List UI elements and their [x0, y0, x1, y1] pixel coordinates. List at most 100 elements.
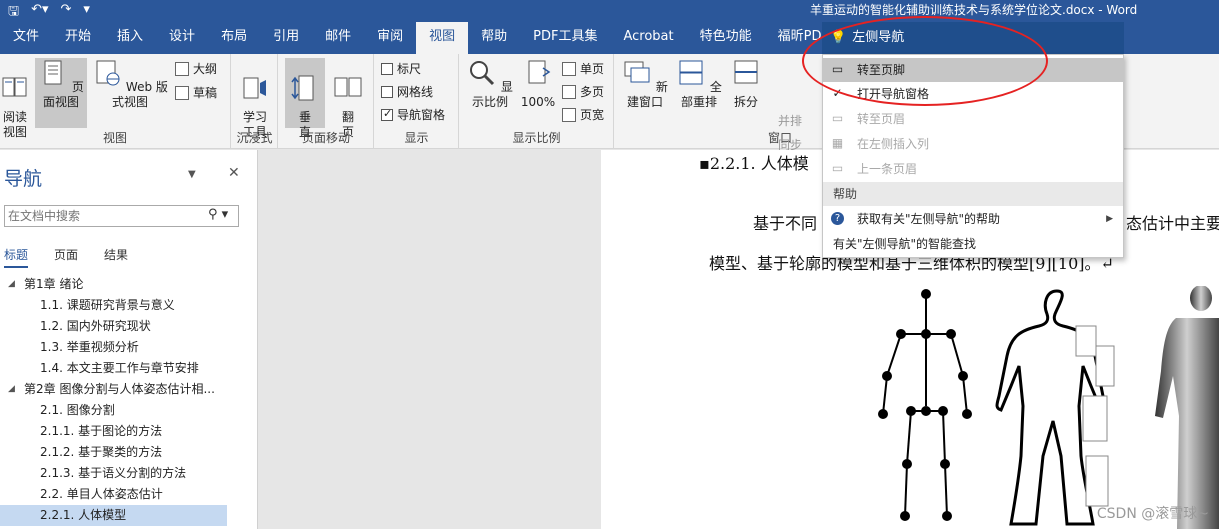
draft-button[interactable]: 草稿 — [175, 84, 217, 101]
tab-mailings[interactable]: 邮件 — [312, 22, 364, 54]
collapse-arrow-icon[interactable]: ◢ — [8, 274, 15, 295]
group-views: 阅读 视图 页面视图 Web 版式视图 大纲 草稿 视图 — [0, 54, 231, 149]
nav-heading-text: 第1章 绪论 — [24, 277, 84, 291]
close-icon[interactable]: ✕ — [228, 165, 240, 181]
search-icon[interactable]: ⚲ ▾ — [208, 207, 228, 222]
footer-icon: ▭ — [831, 62, 844, 76]
one-page-button[interactable]: 单页 — [562, 60, 604, 77]
doc-paragraph-1-start: 基于不同 — [753, 214, 818, 233]
insert-column-icon: ▦ — [831, 136, 844, 150]
header-icon: ▭ — [831, 111, 844, 125]
group-label-page-movement: 页面移动 — [301, 131, 350, 145]
side-to-side-icon — [334, 77, 362, 97]
tab-special-features[interactable]: 特色功能 — [687, 22, 765, 54]
nav-heading-text: 1.1. 课题研究背景与意义 — [40, 298, 175, 312]
view-side-by-side-item: 并排 — [778, 114, 803, 128]
doc-heading: ▪2.2.1. 人体模 — [699, 154, 809, 173]
read-mode-button[interactable]: 阅读 视图 — [0, 58, 30, 140]
tab-acrobat[interactable]: Acrobat — [610, 22, 686, 54]
tab-view[interactable]: 视图 — [416, 22, 469, 54]
human-body-models-figure — [878, 286, 1219, 529]
stick-figure — [878, 289, 972, 521]
undo-icon[interactable]: ↶▾ — [31, 2, 48, 24]
nav-heading-text: 1.2. 国内外研究现状 — [40, 319, 151, 333]
group-label-zoom: 显示比例 — [512, 131, 561, 145]
help-icon: ? — [831, 212, 844, 225]
nav-heading-item[interactable]: 2.1.2. 基于聚类的方法 — [0, 442, 258, 463]
tab-insert[interactable]: 插入 — [104, 22, 156, 54]
zoom-100-button[interactable]: 100% — [520, 58, 556, 110]
web-layout-button[interactable]: Web 版式视图 — [90, 58, 170, 110]
nav-tab-headings[interactable]: 标题 — [4, 246, 29, 268]
tab-review[interactable]: 审阅 — [364, 22, 416, 54]
page-width-icon — [562, 107, 576, 122]
nav-heading-item[interactable]: 1.2. 国内外研究现状 — [0, 316, 258, 337]
nav-tab-pages[interactable]: 页面 — [54, 246, 78, 268]
tab-home[interactable]: 开始 — [52, 22, 104, 54]
nav-search-input[interactable] — [4, 205, 239, 227]
outline-button[interactable]: 大纲 — [175, 60, 217, 77]
split-button[interactable]: 拆分 — [729, 58, 763, 110]
zoom-button[interactable]: 显示比例 — [462, 58, 518, 110]
side-to-side-button[interactable]: 翻 页 — [329, 58, 367, 140]
nav-heading-item[interactable]: 2.1.3. 基于语义分割的方法 — [0, 463, 258, 484]
tab-help[interactable]: 帮助 — [468, 22, 520, 54]
learning-tools-button[interactable]: 学习 工具 — [238, 58, 272, 140]
menu-item-get-help[interactable]: ? 获取有关"左侧导航"的帮助 ▶ — [823, 207, 1123, 231]
group-label-views: 视图 — [102, 131, 127, 145]
document-gutter — [259, 150, 601, 529]
nav-heading-item[interactable]: 1.4. 本文主要工作与章节安排 — [0, 358, 258, 379]
nav-heading-text: 1.3. 举重视频分析 — [40, 340, 139, 354]
tab-pdf-tools[interactable]: PDF工具集 — [520, 22, 610, 54]
ruler-checkbox[interactable]: 标尺 — [381, 60, 421, 77]
nav-heading-text: 2.1.2. 基于聚类的方法 — [40, 445, 163, 459]
new-window-icon — [624, 61, 650, 83]
nav-heading-item[interactable]: 2.1. 图像分割 — [0, 400, 258, 421]
group-zoom: 显示比例 100% 单页 多页 页宽 显示比例 — [460, 54, 614, 149]
tell-me-search[interactable]: 💡 左侧导航 — [822, 22, 1124, 54]
nav-heading-item[interactable]: 1.3. 举重视频分析 — [0, 337, 258, 358]
customize-qat-icon[interactable]: ▾ — [83, 2, 90, 24]
save-icon[interactable]: 🖫 — [8, 2, 19, 24]
doc-paragraph-1-end: 态估计中主要 — [1126, 214, 1219, 233]
group-label-show: 显示 — [404, 131, 429, 145]
nav-heading-item[interactable]: 1.1. 课题研究背景与意义 — [0, 295, 258, 316]
arrange-all-icon — [679, 60, 703, 85]
window-title: 羊重运动的智能化辅助训练技术与系统学位论文.docx - Word — [810, 3, 1138, 17]
nav-heading-item[interactable]: 2.1.1. 基于图论的方法 — [0, 421, 258, 442]
group-immersive: 学习 工具 沉浸式 — [232, 54, 278, 149]
nav-heading-item[interactable]: ◢ 第1章 绪论 — [0, 274, 258, 295]
tab-layout[interactable]: 布局 — [208, 22, 260, 54]
collapse-arrow-icon[interactable]: ◢ — [8, 379, 15, 400]
page-width-button[interactable]: 页宽 — [562, 106, 604, 123]
nav-heading-item[interactable]: 2.2.1. 人体模型 — [0, 505, 227, 526]
nav-pane-title: 导航 — [4, 168, 43, 190]
redo-icon[interactable]: ↷ — [61, 2, 72, 24]
tab-design[interactable]: 设计 — [156, 22, 208, 54]
group-show: 标尺 网格线 导航窗格 显示 — [375, 54, 459, 149]
tell-me-results-menu: ▭ 转至页脚 ✓ 打开导航窗格 ▭ 转至页眉 ▦ 在左侧插入列 ▭ 上一条页眉 … — [822, 54, 1124, 258]
menu-item-smart-lookup[interactable]: 有关"左侧导航"的智能查找 — [823, 232, 1123, 256]
menu-item-open-navigation-pane[interactable]: ✓ 打开导航窗格 — [823, 82, 1123, 106]
nav-options-icon[interactable]: ▼ — [188, 169, 196, 180]
draft-icon — [175, 85, 189, 100]
contour-figure — [995, 289, 1115, 526]
nav-heading-item[interactable]: ◢ 第2章 图像分割与人体姿态估计相... — [0, 379, 258, 400]
nav-tab-results[interactable]: 结果 — [104, 246, 128, 268]
tab-references[interactable]: 引用 — [260, 22, 312, 54]
arrange-all-button[interactable]: 全部重排 — [673, 58, 725, 110]
navigation-pane-checkbox[interactable]: 导航窗格 — [381, 106, 445, 123]
tell-me-input[interactable]: 左侧导航 — [852, 22, 904, 54]
vertical-button[interactable]: 垂 直 — [285, 58, 325, 139]
nav-heading-text: 1.4. 本文主要工作与章节安排 — [40, 361, 199, 375]
tab-file[interactable]: 文件 — [0, 22, 52, 54]
nav-heading-item[interactable]: 2.2. 单目人体姿态估计 — [0, 484, 258, 505]
multiple-pages-button[interactable]: 多页 — [562, 83, 604, 100]
new-window-button[interactable]: 新建窗口 — [619, 58, 671, 110]
title-bar: 🖫 ↶▾ ↷ ▾ 羊重运动的智能化辅助训练技术与系统学位论文.docx - Wo… — [0, 0, 1219, 22]
print-layout-button[interactable]: 页面视图 — [35, 58, 87, 128]
outline-icon — [175, 61, 189, 76]
gridlines-checkbox[interactable]: 网格线 — [381, 83, 433, 100]
menu-item-go-to-footer[interactable]: ▭ 转至页脚 — [823, 58, 1123, 82]
group-page-movement: 垂 直 翻 页 页面移动 — [279, 54, 374, 149]
